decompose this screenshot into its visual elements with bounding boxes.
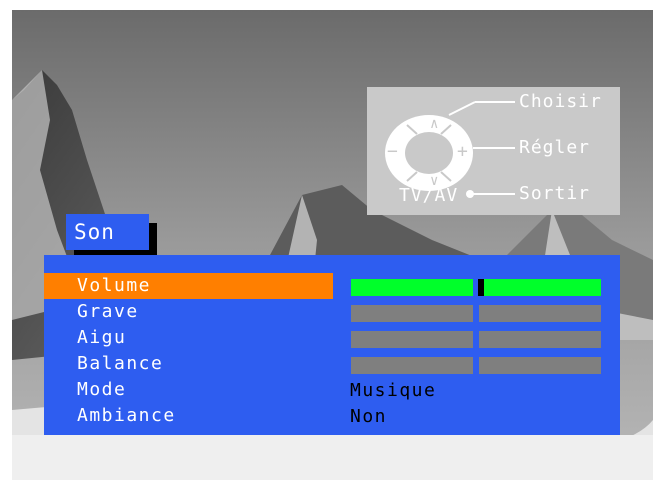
menu-item-label: Ambiance: [77, 405, 176, 426]
slider-position-marker[interactable]: [478, 279, 484, 296]
adjust-label: Régler: [519, 137, 591, 158]
volume-slider[interactable]: [351, 279, 601, 296]
sound-menu-panel: Volume Grave Aigu Balance Mode Ambiance …: [44, 255, 620, 435]
up-arrow-icon: ∧: [430, 116, 440, 132]
slider-right-segment: [479, 357, 601, 374]
menu-item-label: Balance: [77, 353, 164, 374]
menu-item-label: Aigu: [77, 327, 127, 348]
remote-help-panel: ∧ ∨ − + Choisir Régler Sortir TV/AV: [367, 87, 620, 215]
menu-item-label: Grave: [77, 301, 139, 322]
minus-icon: −: [387, 141, 399, 162]
choose-label: Choisir: [519, 91, 602, 112]
menu-item-label: Mode: [77, 379, 127, 400]
menu-item-aigu[interactable]: Aigu: [44, 325, 333, 351]
slider-left-segment: [351, 357, 473, 374]
slider-right-segment: [479, 305, 601, 322]
menu-item-grave[interactable]: Grave: [44, 299, 333, 325]
tvav-button-label: TV/AV: [399, 185, 459, 206]
plus-icon: +: [457, 141, 469, 162]
balance-slider[interactable]: [351, 357, 601, 374]
menu-item-volume[interactable]: Volume: [44, 273, 333, 299]
menu-title: Son: [66, 214, 149, 250]
exit-label: Sortir: [519, 183, 591, 204]
slider-right-segment: [479, 279, 601, 296]
menu-item-ambiance[interactable]: Ambiance: [44, 403, 333, 429]
slider-right-segment: [479, 331, 601, 348]
slider-left-segment: [351, 305, 473, 322]
menu-item-mode[interactable]: Mode: [44, 377, 333, 403]
slider-left-segment: [351, 279, 473, 296]
mode-value: Musique: [350, 380, 437, 401]
grave-slider[interactable]: [351, 305, 601, 322]
slider-left-segment: [351, 331, 473, 348]
ambiance-value: Non: [350, 406, 388, 427]
aigu-slider[interactable]: [351, 331, 601, 348]
menu-item-label: Volume: [77, 275, 152, 296]
menu-item-balance[interactable]: Balance: [44, 351, 333, 377]
